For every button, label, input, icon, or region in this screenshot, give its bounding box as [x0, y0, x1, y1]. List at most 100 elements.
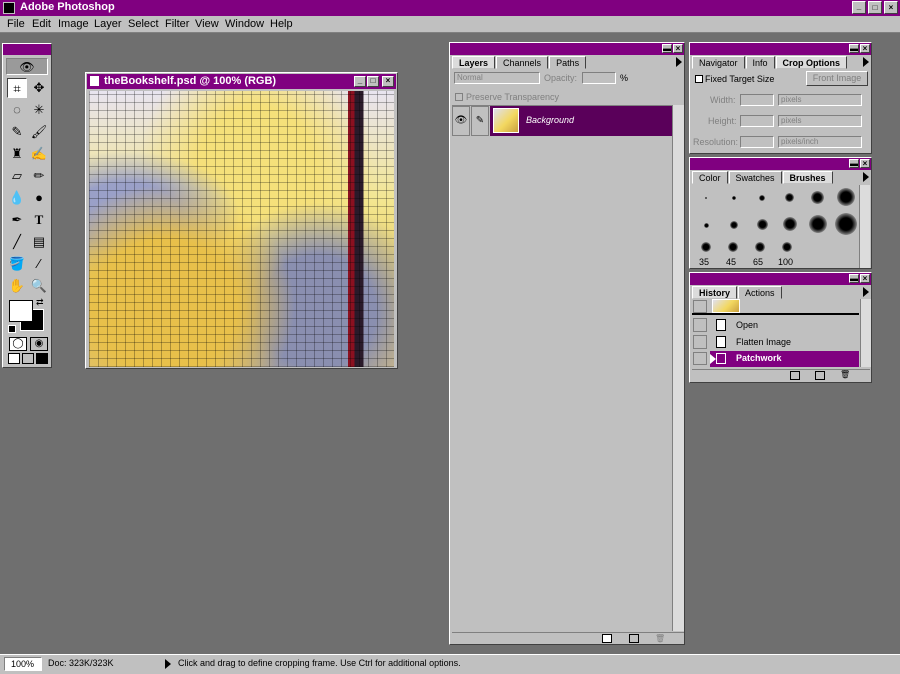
brushes-panel-minimize-button[interactable]: ▬ [849, 159, 859, 168]
brush-35[interactable] [701, 242, 711, 252]
crop-panel-title[interactable]: ▬ × [690, 43, 871, 55]
document-close-button[interactable]: × [382, 76, 394, 87]
layers-menu-arrow-icon[interactable] [676, 57, 682, 67]
brush-3[interactable] [732, 196, 736, 200]
brush-soft-21[interactable] [809, 215, 827, 233]
brush-soft-5[interactable] [704, 223, 709, 228]
tab-layers[interactable]: Layers [452, 56, 496, 69]
gradient-tool-icon[interactable]: ▤ [29, 232, 49, 252]
layer-paintbrush-icon[interactable]: ✎ [471, 106, 489, 136]
menu-window[interactable]: Window [225, 18, 264, 30]
brush-1[interactable] [705, 197, 707, 199]
add-layer-mask-icon[interactable] [602, 634, 612, 643]
eyedropper-tool-icon[interactable]: ⁄ [29, 254, 49, 274]
brushes-scrollbar[interactable] [859, 185, 870, 268]
type-tool-icon[interactable]: T [29, 210, 49, 230]
move-tool-icon[interactable]: ✥ [29, 78, 49, 98]
tab-brushes[interactable]: Brushes [782, 171, 833, 184]
height-unit-select[interactable]: pixels [778, 115, 862, 127]
app-minimize-button[interactable]: _ [852, 1, 866, 14]
menu-filter[interactable]: Filter [165, 18, 189, 30]
delete-layer-icon[interactable]: 🗑 [655, 634, 665, 643]
brush-5[interactable] [759, 195, 765, 201]
screen-mode-full-icon[interactable] [36, 353, 48, 364]
brushes-panel-title[interactable]: ▬ × [690, 158, 871, 170]
resolution-input[interactable] [740, 136, 774, 148]
dodge-tool-icon[interactable]: ● [29, 188, 49, 208]
tab-paths[interactable]: Paths [549, 56, 587, 69]
preserve-transparency-checkbox[interactable] [455, 93, 463, 101]
history-item-patchwork[interactable]: Patchwork [692, 351, 859, 367]
tab-color[interactable]: Color [692, 171, 728, 184]
crop-panel-menu-arrow-icon[interactable] [863, 57, 869, 67]
history-source-box-flatten[interactable] [693, 335, 707, 349]
brush-soft-27[interactable] [835, 213, 857, 235]
tab-info[interactable]: Info [745, 56, 775, 69]
history-scrollbar[interactable] [860, 299, 871, 367]
menu-edit[interactable]: Edit [32, 18, 51, 30]
crop-panel-close-button[interactable]: × [860, 44, 870, 53]
width-unit-select[interactable]: pixels [778, 94, 862, 106]
app-maximize-button[interactable]: □ [868, 1, 882, 14]
layer-visibility-eye-icon[interactable]: 👁 [452, 106, 470, 136]
zoom-tool-icon[interactable]: 🔍 [29, 276, 49, 296]
layers-panel-title[interactable]: ▬ × [450, 43, 684, 55]
line-tool-icon[interactable]: ╱ [7, 232, 27, 252]
app-close-button[interactable]: × [884, 1, 898, 14]
new-document-from-state-icon[interactable] [790, 371, 800, 380]
swap-colors-icon[interactable]: ⇄ [36, 297, 44, 308]
magic-wand-tool-icon[interactable]: ✳ [29, 100, 49, 120]
brush-13[interactable] [811, 191, 824, 204]
brush-100[interactable] [782, 242, 792, 252]
foreground-color-swatch[interactable] [9, 300, 33, 322]
pencil-tool-icon[interactable]: ✏ [29, 166, 49, 186]
layers-scrollbar[interactable] [672, 105, 684, 631]
screen-mode-standard-icon[interactable] [8, 353, 20, 364]
brushes-panel-close-button[interactable]: × [860, 159, 870, 168]
tab-history[interactable]: History [692, 286, 738, 299]
history-source-box-patchwork[interactable] [693, 352, 707, 365]
rubber-stamp-tool-icon[interactable]: ♜ [7, 144, 27, 164]
opacity-input[interactable] [582, 72, 616, 84]
tab-navigator[interactable]: Navigator [692, 56, 745, 69]
brush-45[interactable] [728, 242, 738, 252]
fixed-target-size-checkbox[interactable] [695, 75, 703, 83]
menu-layer[interactable]: Layer [94, 18, 122, 30]
history-item-flatten-image[interactable]: Flatten Image [692, 334, 859, 351]
paintbrush-tool-icon[interactable]: 🖌 [29, 122, 49, 142]
hand-tool-icon[interactable]: ✋ [7, 276, 27, 296]
tab-crop-options[interactable]: Crop Options [775, 56, 848, 69]
brushes-menu-arrow-icon[interactable] [863, 172, 869, 182]
lasso-tool-icon[interactable]: ◌ [7, 100, 27, 120]
menu-select[interactable]: Select [128, 18, 159, 30]
history-brush-tool-icon[interactable]: ✍ [29, 144, 49, 164]
standard-mode-icon[interactable]: ◯ [9, 337, 27, 351]
new-layer-icon[interactable] [629, 634, 639, 643]
brush-soft-13[interactable] [757, 219, 768, 230]
tab-swatches[interactable]: Swatches [728, 171, 782, 184]
menu-view[interactable]: View [195, 18, 219, 30]
default-colors-icon[interactable] [8, 325, 16, 333]
airbrush-tool-icon[interactable]: ✎ [7, 122, 27, 142]
resolution-unit-select[interactable]: pixels/inch [778, 136, 862, 148]
history-menu-arrow-icon[interactable] [863, 287, 869, 297]
tab-channels[interactable]: Channels [496, 56, 549, 69]
brush-19[interactable] [837, 188, 855, 206]
pen-tool-icon[interactable]: ✒ [7, 210, 27, 230]
history-panel-title[interactable]: ▬ × [690, 273, 871, 285]
menu-help[interactable]: Help [270, 18, 293, 30]
menu-image[interactable]: Image [58, 18, 89, 30]
delete-state-icon[interactable]: 🗑 [840, 370, 850, 380]
crop-tool-icon[interactable]: ⌗ [7, 78, 27, 98]
crop-panel-minimize-button[interactable]: ▬ [849, 44, 859, 53]
document-maximize-button[interactable]: □ [367, 76, 379, 87]
brush-9[interactable] [785, 193, 794, 202]
paint-bucket-tool-icon[interactable]: 🪣 [7, 254, 27, 274]
document-title-bar[interactable]: theBookshelf.psd @ 100% (RGB) _ □ × [87, 74, 396, 89]
document-minimize-button[interactable]: _ [354, 76, 366, 87]
history-item-open[interactable]: Open [692, 317, 859, 334]
quick-mask-mode-icon[interactable]: ◉ [30, 337, 48, 351]
history-panel-close-button[interactable]: × [860, 274, 870, 283]
brush-65[interactable] [755, 242, 765, 252]
history-panel-minimize-button[interactable]: ▬ [849, 274, 859, 283]
